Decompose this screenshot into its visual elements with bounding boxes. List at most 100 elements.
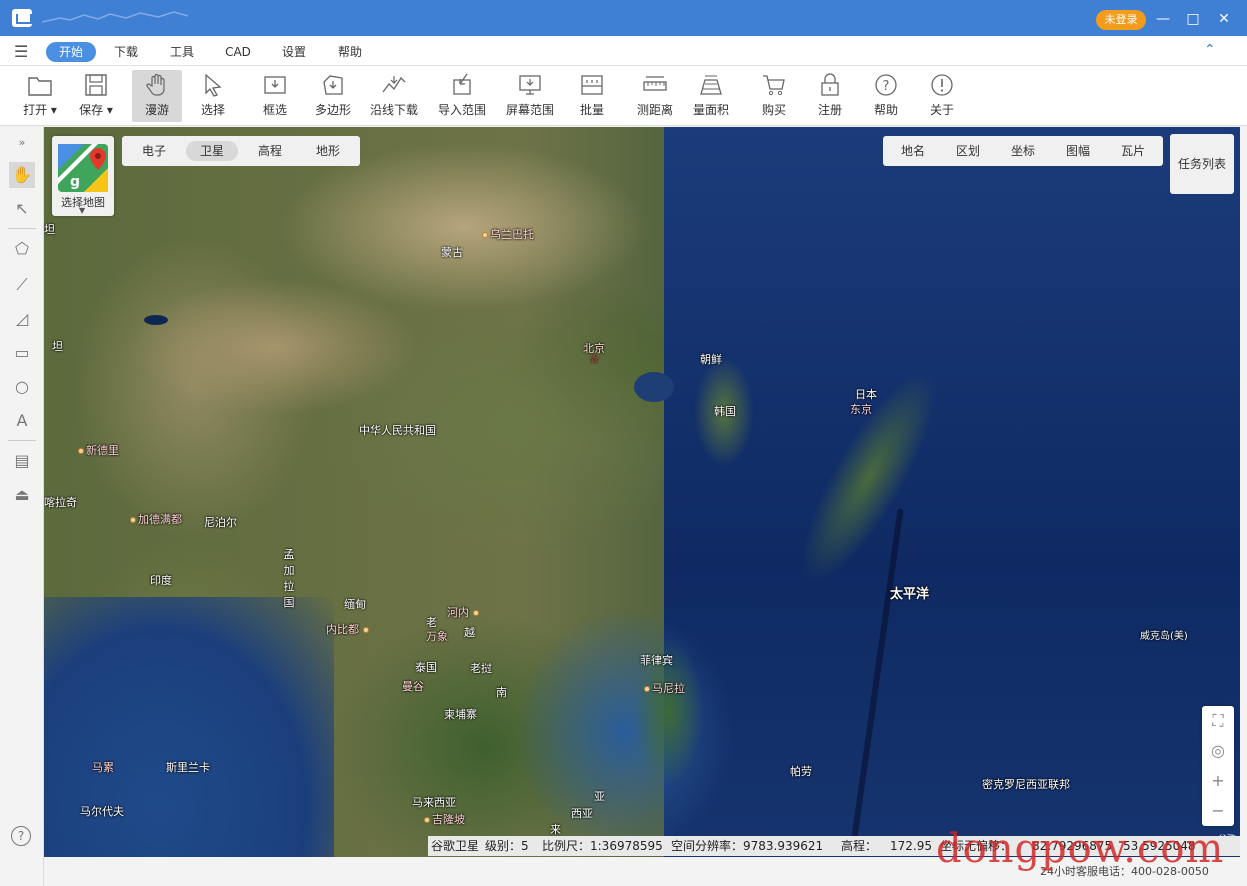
login-button[interactable]: 未登录 bbox=[1096, 10, 1146, 30]
about-button[interactable]: 关于 bbox=[920, 70, 964, 122]
measure-area-button[interactable]: 量面积 bbox=[686, 70, 736, 122]
toggle-place-names[interactable]: 地名 bbox=[901, 141, 925, 161]
map-type-elevation[interactable]: 高程 bbox=[244, 141, 296, 161]
box-select-button[interactable]: 框选 bbox=[252, 70, 298, 122]
map-label-country: 老挝 bbox=[470, 662, 492, 675]
ruler-icon bbox=[643, 76, 667, 91]
polygon-button[interactable]: 多边形 bbox=[308, 70, 358, 122]
map-label-country: 马尔代夫 bbox=[80, 805, 124, 818]
hand-icon bbox=[146, 73, 165, 96]
map-label-country: 柬埔寨 bbox=[444, 708, 477, 721]
toggle-coordinates[interactable]: 坐标 bbox=[1011, 141, 1035, 161]
batch-button[interactable]: 批量 bbox=[570, 70, 614, 122]
city-dot-icon bbox=[472, 610, 479, 616]
menu-start[interactable]: 开始 bbox=[46, 42, 96, 62]
line-download-button[interactable]: 沿线下载 bbox=[366, 70, 422, 122]
menu-settings[interactable]: 设置 bbox=[274, 42, 314, 62]
bay bbox=[634, 372, 674, 402]
map-view[interactable]: 蒙古 乌兰巴托 北京 ☆ 朝鲜 韩国 日本 东京 中华人民共和国 尼泊尔 加德满… bbox=[44, 127, 1240, 857]
area-tool-icon[interactable]: ⏏ bbox=[9, 482, 35, 508]
pan-button[interactable]: 漫游 bbox=[132, 70, 182, 122]
map-label-city: 加德满都 bbox=[130, 511, 182, 527]
toggle-sheets[interactable]: 图幅 bbox=[1066, 141, 1090, 161]
draw-area-icon[interactable]: ◿ bbox=[9, 306, 35, 332]
menu-bar: ☰ 开始 下载 工具 CAD 设置 帮助 ⌃ bbox=[0, 36, 1247, 66]
map-label-country: 西亚 bbox=[571, 807, 593, 820]
map-label-country: 坦 bbox=[52, 340, 63, 353]
ruler-tool-icon[interactable]: ▤ bbox=[9, 448, 35, 474]
google-maps-icon: g bbox=[58, 144, 108, 192]
map-source-chooser[interactable]: g 选择地图 ▼ bbox=[52, 136, 114, 216]
zoom-out-icon[interactable]: − bbox=[1202, 796, 1234, 826]
minimize-button[interactable]: — bbox=[1152, 8, 1174, 30]
help-circle-icon[interactable]: ? bbox=[11, 826, 31, 846]
zoom-controls: ⛶ ◎ + − bbox=[1202, 706, 1234, 826]
add-text-icon[interactable]: A bbox=[9, 408, 35, 434]
batch-icon bbox=[581, 75, 603, 95]
city-dot-icon bbox=[424, 817, 430, 823]
status-source: 谷歌卫星 bbox=[431, 839, 480, 853]
map-label-country: 孟加拉国 bbox=[283, 548, 295, 609]
map-label-country: 韩国 bbox=[714, 405, 736, 418]
city-dot-icon bbox=[482, 232, 488, 238]
menu-help[interactable]: 帮助 bbox=[330, 42, 370, 62]
draw-polygon-icon[interactable]: ⬠ bbox=[9, 236, 35, 262]
lock-icon bbox=[821, 73, 839, 96]
toggle-boundaries[interactable]: 区划 bbox=[956, 141, 980, 161]
map-label-city: 马尼拉 bbox=[644, 680, 685, 696]
map-label-country: 中华人民共和国 bbox=[359, 424, 436, 437]
toggle-tiles[interactable]: 瓦片 bbox=[1121, 141, 1145, 161]
map-label-country: 喀拉奇 bbox=[44, 496, 77, 509]
draw-rectangle-icon[interactable]: ▭ bbox=[9, 340, 35, 366]
folder-icon bbox=[28, 77, 52, 96]
register-button[interactable]: 注册 bbox=[808, 70, 852, 122]
map-type-terrain[interactable]: 地形 bbox=[302, 141, 354, 161]
hamburger-menu-icon[interactable]: ☰ bbox=[14, 42, 28, 61]
close-button[interactable]: ✕ bbox=[1213, 8, 1235, 30]
app-logo-icon bbox=[12, 9, 32, 27]
map-label-country: 斯里兰卡 bbox=[166, 761, 210, 774]
expand-panel-icon[interactable]: » bbox=[9, 130, 35, 156]
select-tool-icon[interactable]: ↖ bbox=[9, 196, 35, 222]
map-type-vector[interactable]: 电子 bbox=[128, 141, 180, 161]
measure-distance-button[interactable]: 测距离 bbox=[630, 70, 680, 122]
menu-tools[interactable]: 工具 bbox=[162, 42, 202, 62]
map-label-country: 泰国 bbox=[415, 661, 437, 674]
pan-tool-icon[interactable]: ✋ bbox=[9, 162, 35, 188]
map-type-switcher: 电子 卫星 高程 地形 bbox=[122, 136, 360, 166]
map-label-country: 亚 bbox=[594, 790, 605, 803]
menu-download[interactable]: 下载 bbox=[106, 42, 146, 62]
menu-cad[interactable]: CAD bbox=[218, 42, 258, 62]
import-range-button[interactable]: 导入范围 bbox=[434, 70, 490, 122]
zoom-in-icon[interactable]: + bbox=[1202, 766, 1234, 796]
select-button[interactable]: 选择 bbox=[190, 70, 236, 122]
map-label-ocean: 太平洋 bbox=[890, 587, 930, 602]
save-button[interactable]: 保存 ▾ bbox=[72, 70, 120, 122]
map-label-text: 马尼拉 bbox=[652, 682, 685, 695]
draw-circle-icon[interactable]: ○ bbox=[9, 374, 35, 400]
map-label-country: 来 bbox=[550, 823, 561, 836]
maximize-button[interactable]: □ bbox=[1182, 8, 1204, 30]
save-label: 保存 bbox=[79, 103, 104, 117]
chevron-down-icon: ▼ bbox=[79, 206, 86, 215]
map-label-text: 内比都 bbox=[326, 623, 359, 636]
line-download-icon bbox=[382, 76, 406, 93]
svg-text:g: g bbox=[70, 174, 80, 190]
help-button[interactable]: ? 帮助 bbox=[864, 70, 908, 122]
map-type-satellite[interactable]: 卫星 bbox=[186, 141, 238, 161]
open-button[interactable]: 打开 ▾ bbox=[16, 70, 64, 122]
draw-line-icon[interactable]: ⟋ bbox=[9, 272, 35, 298]
title-bar: 未登录 — □ ✕ bbox=[0, 0, 1247, 36]
screen-range-button[interactable]: 屏幕范围 bbox=[502, 70, 558, 122]
collapse-ribbon-icon[interactable]: ⌃ bbox=[1204, 42, 1216, 58]
map-label-country: 密克罗尼西亚联邦 bbox=[982, 778, 1070, 791]
screen-range-label: 屏幕范围 bbox=[505, 103, 554, 117]
map-label-country: 朝鲜 bbox=[700, 353, 722, 366]
fullscreen-icon[interactable]: ⛶ bbox=[1202, 706, 1234, 736]
buy-button[interactable]: 购买 bbox=[752, 70, 796, 122]
map-label-country: 尼泊尔 bbox=[204, 516, 237, 529]
about-label: 关于 bbox=[929, 103, 954, 117]
locate-icon[interactable]: ◎ bbox=[1202, 736, 1234, 766]
map-label-text: 吉隆坡 bbox=[432, 813, 465, 826]
task-list-button[interactable]: 任务列表 bbox=[1170, 134, 1234, 194]
